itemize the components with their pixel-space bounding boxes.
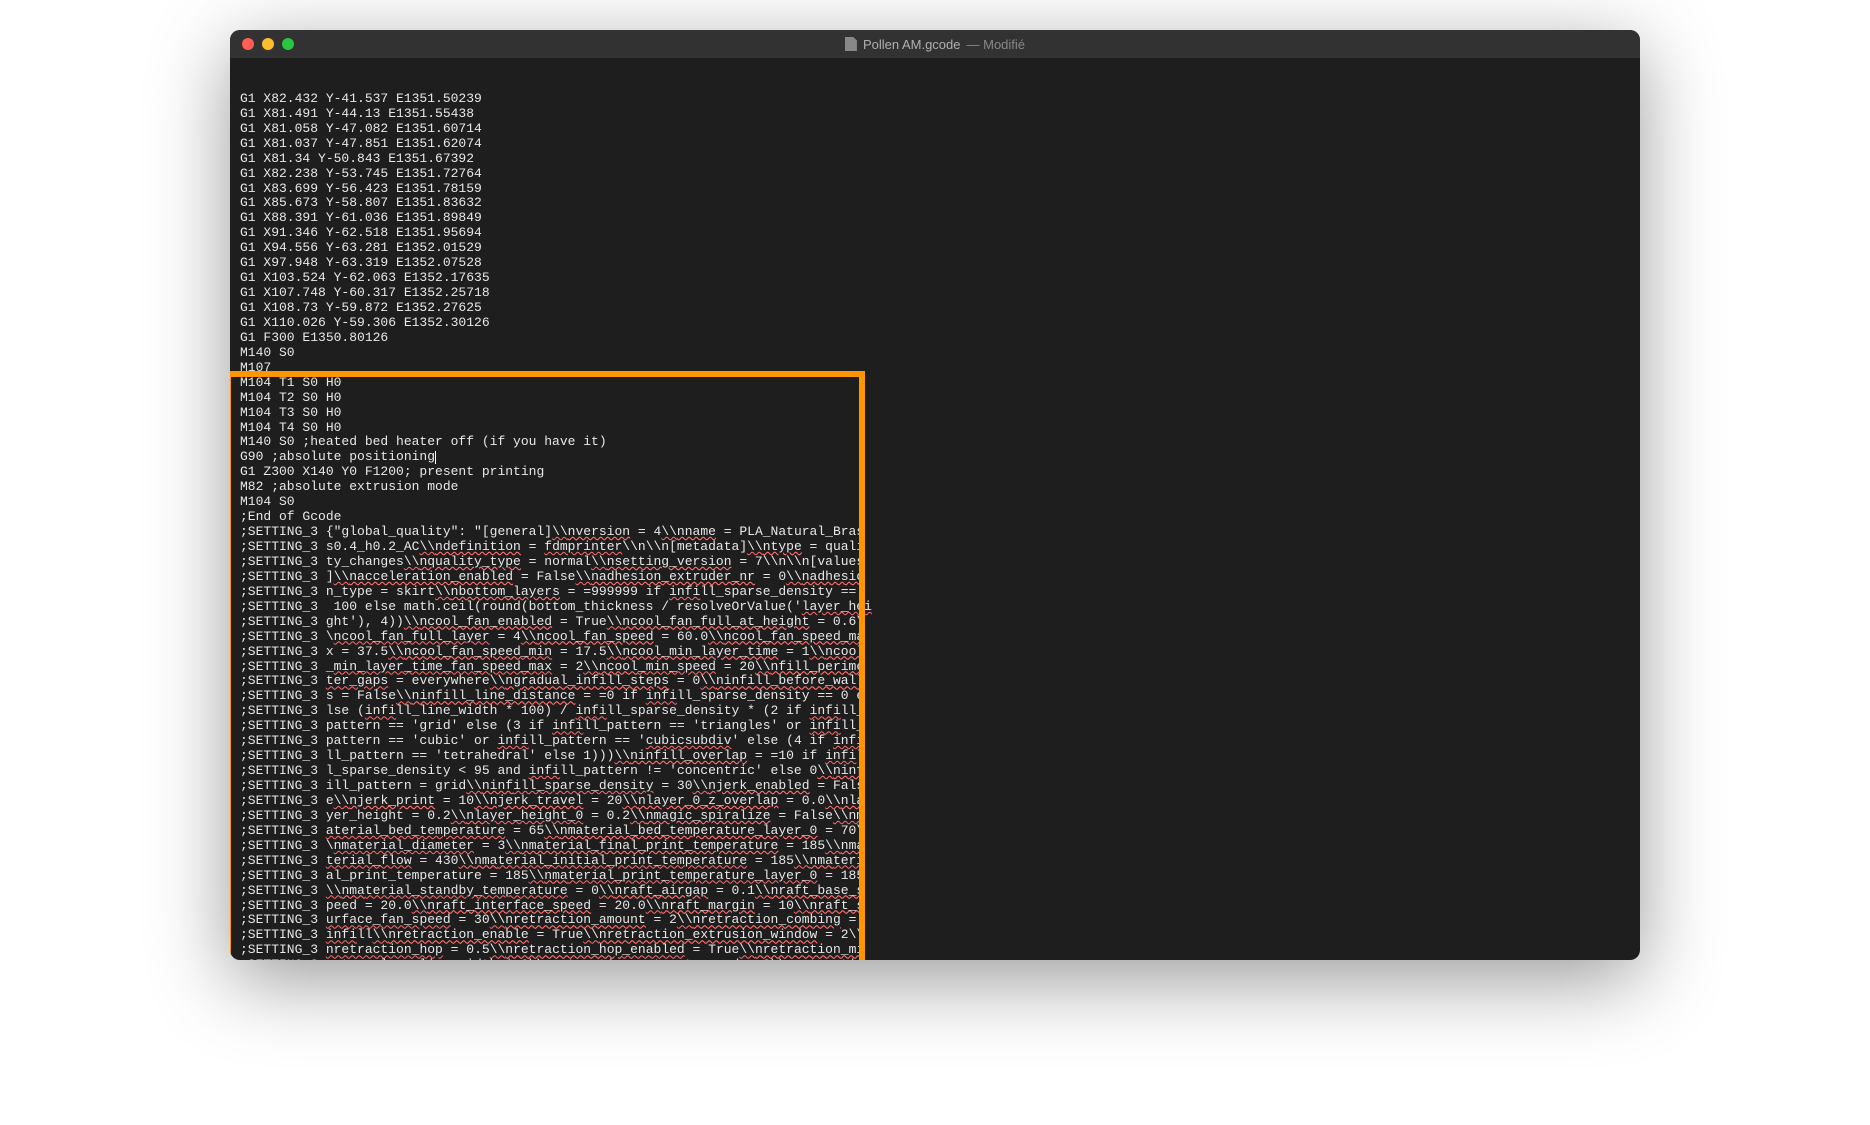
- window-controls: [242, 38, 294, 50]
- code-line[interactable]: ;SETTING_3 ght'), 4))\\ncool_fan_enabled…: [240, 615, 1630, 630]
- code-content[interactable]: G1 X82.432 Y-41.537 E1351.50239G1 X81.49…: [240, 92, 1630, 960]
- code-line[interactable]: ;SETTING_3 \ncool_fan_full_layer = 4\\nc…: [240, 630, 1630, 645]
- code-line[interactable]: M107: [240, 361, 1630, 376]
- code-line[interactable]: ;SETTING_3 \nmaterial_diameter = 3\\nmat…: [240, 839, 1630, 854]
- code-line[interactable]: G1 X110.026 Y-59.306 E1352.30126: [240, 316, 1630, 331]
- code-line[interactable]: G1 X82.238 Y-53.745 E1351.72764: [240, 167, 1630, 182]
- code-line[interactable]: ;SETTING_3 l_sparse_density < 95 and inf…: [240, 764, 1630, 779]
- code-line[interactable]: ;SETTING_3 100 else math.ceil(round(bott…: [240, 600, 1630, 615]
- document-icon: [845, 37, 857, 51]
- code-line[interactable]: G1 X82.432 Y-41.537 E1351.50239: [240, 92, 1630, 107]
- code-line[interactable]: G1 X81.34 Y-50.843 E1351.67392: [240, 152, 1630, 167]
- code-line[interactable]: ;SETTING_3 peed = 20.0\\nraft_interface_…: [240, 899, 1630, 914]
- code-line[interactable]: ;SETTING_3 lse (infill_line_width * 100)…: [240, 704, 1630, 719]
- code-line[interactable]: ;SETTING_3 pattern == 'grid' else (3 if …: [240, 719, 1630, 734]
- code-line[interactable]: ;SETTING_3 e\\njerk_print = 10\\njerk_tr…: [240, 794, 1630, 809]
- code-line[interactable]: M104 T2 S0 H0: [240, 391, 1630, 406]
- code-line[interactable]: G1 X97.948 Y-63.319 E1352.07528: [240, 256, 1630, 271]
- code-line[interactable]: ;SETTING_3 \\nmaterial_standby_temperatu…: [240, 884, 1630, 899]
- code-line[interactable]: M104 T4 S0 H0: [240, 421, 1630, 436]
- code-line[interactable]: ;SETTING_3 yer_height = 0.2\\nlayer_heig…: [240, 809, 1630, 824]
- maximize-button[interactable]: [282, 38, 294, 50]
- code-line[interactable]: G1 X94.556 Y-63.281 E1352.01529: [240, 241, 1630, 256]
- code-line[interactable]: ;SETTING_3 urface_fan_speed = 30\\nretra…: [240, 913, 1630, 928]
- code-line[interactable]: ;SETTING_3 ter_gaps = everywhere\\ngradu…: [240, 674, 1630, 689]
- code-line[interactable]: ;SETTING_3 infill\\nretraction_enable = …: [240, 928, 1630, 943]
- window-title: Pollen AM.gcode — Modifié: [242, 37, 1628, 52]
- code-line[interactable]: G1 X85.673 Y-58.807 E1351.83632: [240, 196, 1630, 211]
- code-editor[interactable]: G1 X82.432 Y-41.537 E1351.50239G1 X81.49…: [230, 58, 1640, 960]
- code-line[interactable]: ;End of Gcode: [240, 510, 1630, 525]
- code-line[interactable]: M140 S0: [240, 346, 1630, 361]
- modified-indicator: — Modifié: [967, 37, 1026, 52]
- code-line[interactable]: G1 Z300 X140 Y0 F1200; present printing: [240, 465, 1630, 480]
- code-line[interactable]: M104 T1 S0 H0: [240, 376, 1630, 391]
- code-line[interactable]: G1 X103.524 Y-62.063 E1352.17635: [240, 271, 1630, 286]
- code-line[interactable]: G1 X81.058 Y-47.082 E1351.60714: [240, 122, 1630, 137]
- code-line[interactable]: G1 X81.491 Y-44.13 E1351.55438: [240, 107, 1630, 122]
- code-line[interactable]: M82 ;absolute extrusion mode: [240, 480, 1630, 495]
- code-line[interactable]: G1 X108.73 Y-59.872 E1352.27625: [240, 301, 1630, 316]
- code-line[interactable]: ;SETTING_3 nretraction_hop = 0.5\\nretra…: [240, 943, 1630, 958]
- code-line[interactable]: ;SETTING_3 aterial_bed_temperature = 65\…: [240, 824, 1630, 839]
- code-line[interactable]: ;SETTING_3 n_type = skirt\\nbottom_layer…: [240, 585, 1630, 600]
- code-line[interactable]: G90 ;absolute positioning: [240, 450, 1630, 465]
- code-line[interactable]: ;SETTING_3 x = 37.5\\ncool_fan_speed_min…: [240, 645, 1630, 660]
- filename-label: Pollen AM.gcode: [863, 37, 961, 52]
- code-line[interactable]: ;SETTING_3 s0.4_h0.2_AC\\ndefinition = f…: [240, 540, 1630, 555]
- text-editor-window: Pollen AM.gcode — Modifié G1 X82.432 Y-4…: [230, 30, 1640, 960]
- code-line[interactable]: ;SETTING_3 terial_flow = 430\\nmaterial_…: [240, 854, 1630, 869]
- code-line[interactable]: ;SETTING_3 al_print_temperature = 185\\n…: [240, 869, 1630, 884]
- code-line[interactable]: ;SETTING_3 ]\\nacceleration_enabled = Fa…: [240, 570, 1630, 585]
- code-line[interactable]: G1 X91.346 Y-62.518 E1351.95694: [240, 226, 1630, 241]
- code-line[interactable]: ;SETTING_3 ill_pattern = grid\\ninfill_s…: [240, 779, 1630, 794]
- code-line[interactable]: ;SETTING_3 s = False\\ninfill_line_dista…: [240, 689, 1630, 704]
- code-line[interactable]: G1 X83.699 Y-56.423 E1351.78159: [240, 182, 1630, 197]
- code-line[interactable]: ;SETTING_3 n_travel = =line_width * 2\\n…: [240, 958, 1630, 960]
- code-line[interactable]: G1 X88.391 Y-61.036 E1351.89849: [240, 211, 1630, 226]
- code-line[interactable]: ;SETTING_3 ll_pattern == 'tetrahedral' e…: [240, 749, 1630, 764]
- code-line[interactable]: ;SETTING_3 {"global_quality": "[general]…: [240, 525, 1630, 540]
- code-line[interactable]: M104 S0: [240, 495, 1630, 510]
- code-line[interactable]: ;SETTING_3 _min_layer_time_fan_speed_max…: [240, 660, 1630, 675]
- minimize-button[interactable]: [262, 38, 274, 50]
- code-line[interactable]: ;SETTING_3 ty_changes\\nquality_type = n…: [240, 555, 1630, 570]
- code-line[interactable]: M140 S0 ;heated bed heater off (if you h…: [240, 435, 1630, 450]
- code-line[interactable]: G1 X81.037 Y-47.851 E1351.62074: [240, 137, 1630, 152]
- code-line[interactable]: G1 X107.748 Y-60.317 E1352.25718: [240, 286, 1630, 301]
- titlebar[interactable]: Pollen AM.gcode — Modifié: [230, 30, 1640, 58]
- close-button[interactable]: [242, 38, 254, 50]
- code-line[interactable]: G1 F300 E1350.80126: [240, 331, 1630, 346]
- code-line[interactable]: M104 T3 S0 H0: [240, 406, 1630, 421]
- code-line[interactable]: ;SETTING_3 pattern == 'cubic' or infill_…: [240, 734, 1630, 749]
